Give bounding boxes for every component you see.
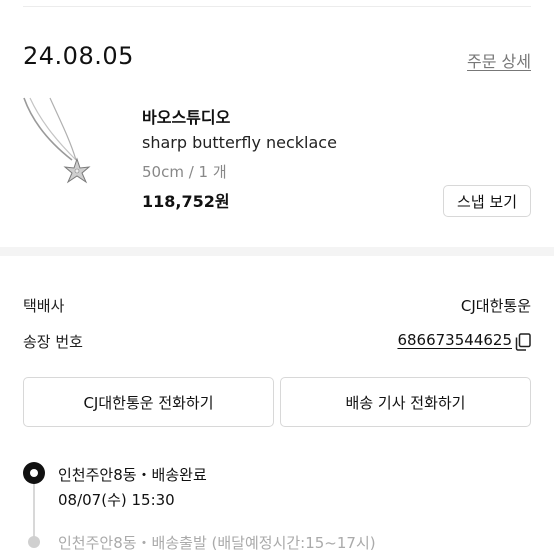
tracking-number-label: 송장 번호 [23, 333, 83, 351]
product-option: 50cm / 1 개 [142, 163, 227, 181]
order-date: 24.08.05 [23, 42, 134, 70]
call-driver-button[interactable]: 배송 기사 전화하기 [280, 377, 531, 427]
top-divider [23, 6, 531, 7]
brand-name[interactable]: 바오스튜디오 [142, 104, 230, 128]
timeline-event-title: 인천주안8동・배송완료 [58, 466, 207, 484]
order-detail-link[interactable]: 주문 상세 [467, 48, 531, 72]
snap-view-button[interactable]: 스냅 보기 [443, 185, 531, 217]
call-carrier-button[interactable]: CJ대한통운 전화하기 [23, 377, 274, 427]
necklace-image[interactable] [20, 96, 102, 196]
timeline-dot-inactive [28, 536, 40, 548]
timeline-line [33, 482, 35, 544]
tracking-number-link[interactable]: 686673544625 [397, 331, 512, 349]
product-price: 118,752원 [142, 192, 230, 211]
timeline-dot-active [23, 462, 45, 484]
product-name[interactable]: sharp butterfly necklace [142, 133, 337, 152]
carrier-label: 택배사 [23, 297, 65, 315]
carrier-value: CJ대한통운 [460, 297, 531, 315]
timeline-event-title: 인천주안8동・배송출발 (배달예정시간:15~17시) [58, 534, 376, 552]
copy-icon[interactable] [515, 333, 531, 351]
timeline-event-time: 08/07(수) 15:30 [58, 491, 175, 509]
section-divider [0, 247, 554, 256]
